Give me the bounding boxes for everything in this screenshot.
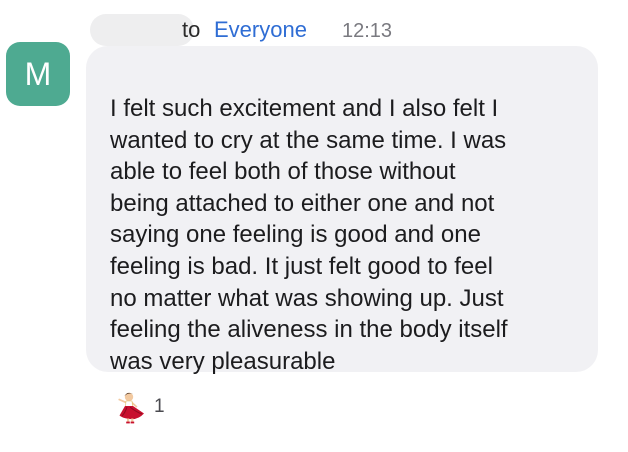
message-timestamp: 12:13	[342, 20, 393, 42]
recipient-link[interactable]: Everyone	[214, 16, 307, 44]
dancer-icon	[118, 392, 144, 424]
sender-name-redacted	[90, 14, 194, 46]
reaction-count: 1	[154, 396, 165, 417]
avatar-initial: M	[24, 55, 52, 92]
message-text: I felt such excitement and I also felt I…	[110, 95, 508, 375]
avatar[interactable]: M	[6, 42, 70, 106]
to-label: to	[182, 17, 201, 42]
message-bubble[interactable]: I felt such excitement and I also felt I…	[86, 46, 598, 375]
reaction-chip[interactable]: 1	[114, 390, 165, 424]
chat-message: M to Everyone 12:13 I felt such exciteme…	[0, 0, 628, 452]
